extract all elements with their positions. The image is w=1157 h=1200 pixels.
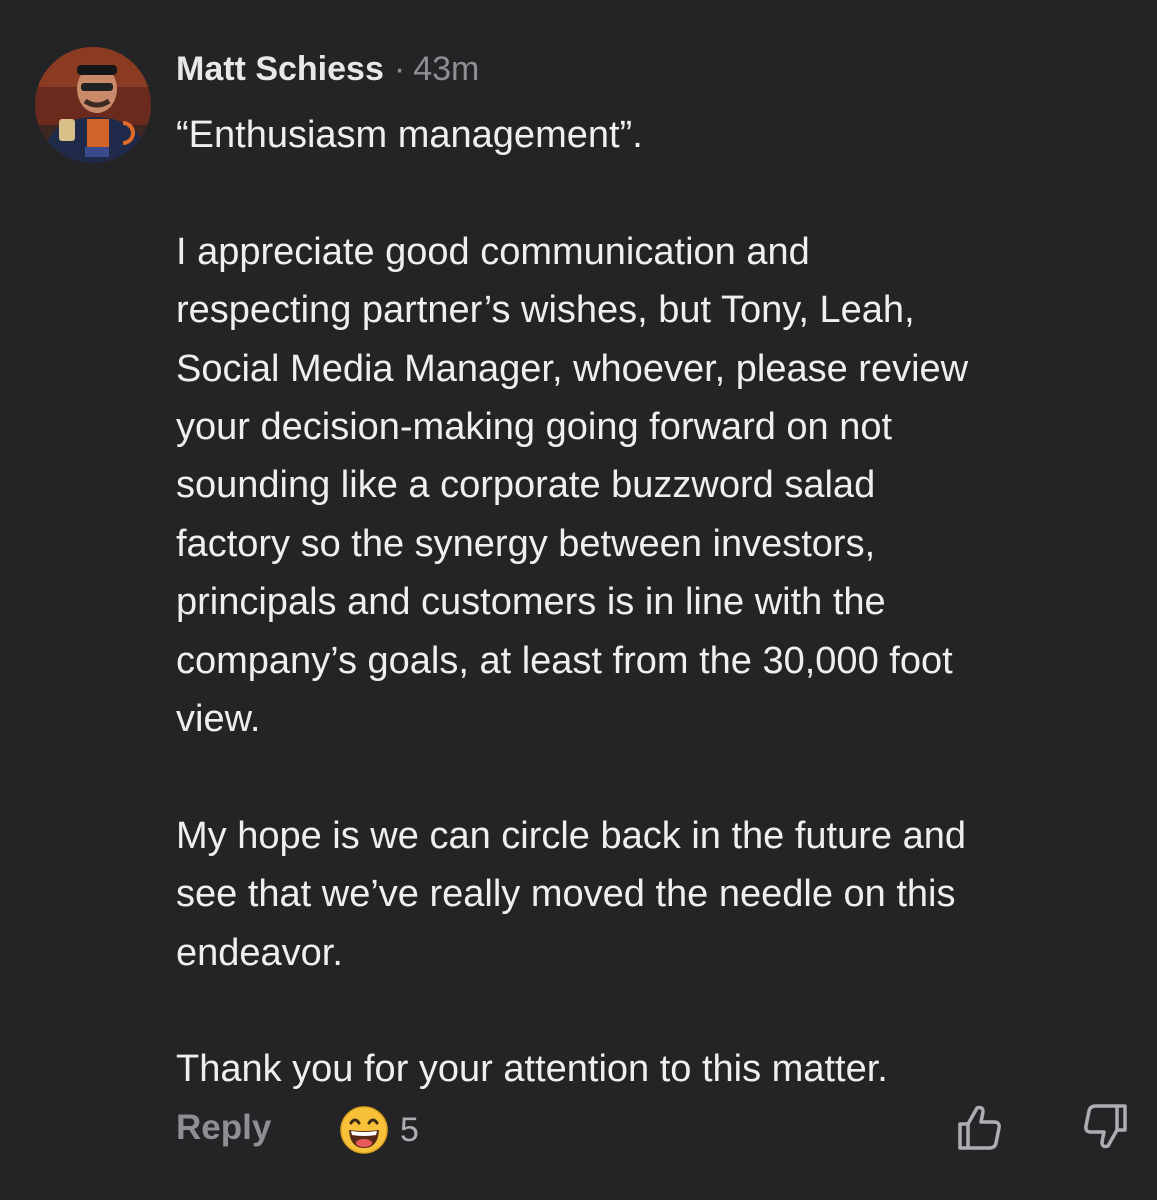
like-button[interactable] — [956, 1102, 1004, 1157]
reaction-count: 5 — [400, 1110, 419, 1149]
thumbs-down-icon — [1084, 1104, 1127, 1149]
dislike-button[interactable] — [1081, 1102, 1129, 1157]
thumbs-up-icon — [958, 1105, 1001, 1150]
author-name[interactable]: Matt Schiess — [176, 50, 384, 89]
avatar[interactable] — [35, 47, 151, 163]
grinning-face-emoji-icon — [340, 1106, 388, 1154]
reply-button[interactable]: Reply — [176, 1108, 271, 1148]
comment-paragraph: “Enthusiasm management”. — [176, 114, 643, 156]
reaction-summary[interactable]: 5 — [338, 1104, 419, 1156]
comment-paragraph: Thank you for your attention to this mat… — [176, 1048, 888, 1091]
comment-paragraph: I appreciate good communication and resp… — [176, 230, 969, 741]
comment-header: Matt Schiess · 43m — [176, 50, 479, 94]
separator-dot: · — [393, 50, 406, 88]
avatar-image — [35, 47, 151, 163]
comment-body: “Enthusiasm management”. I appreciate go… — [176, 106, 1136, 1099]
timestamp: 43m — [413, 50, 480, 88]
comment-actions: Reply 5 — [176, 1100, 1129, 1160]
comment-paragraph: My hope is we can circle back in the fut… — [176, 814, 966, 974]
comment: Matt Schiess · 43m “Enthusiasm managemen… — [0, 0, 1157, 1200]
